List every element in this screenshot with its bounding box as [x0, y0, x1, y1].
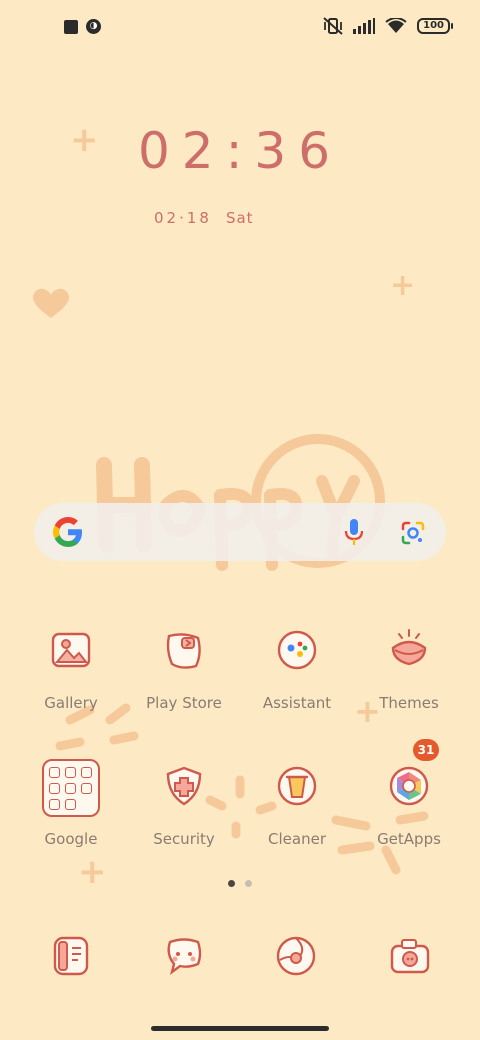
folder-app-icon	[81, 783, 92, 794]
status-right: 100	[323, 17, 453, 35]
getapps-icon: 31	[387, 739, 439, 808]
mic-icon[interactable]	[342, 517, 366, 547]
themes-icon	[387, 628, 431, 672]
notification-badge: 31	[413, 739, 439, 761]
signal-icon	[353, 18, 376, 34]
folder-app-icon	[49, 783, 60, 794]
messages-icon[interactable]	[162, 934, 206, 978]
page-dot-active	[228, 880, 235, 887]
mi-notification-icon: ◑	[86, 19, 101, 34]
folder-app-icon	[65, 767, 76, 778]
clock-date[interactable]: 02·18 Sat	[154, 209, 254, 227]
folder-app-icon	[65, 783, 76, 794]
app-assistant[interactable]: Assistant	[242, 620, 352, 712]
page-dot	[245, 880, 252, 887]
camera-icon[interactable]	[388, 934, 432, 978]
stop-square-icon	[64, 19, 78, 34]
folder-app-icon	[81, 767, 92, 778]
clock-time[interactable]: 02:36	[0, 122, 480, 180]
play-store-icon	[162, 628, 206, 672]
app-security[interactable]: Security	[129, 756, 239, 848]
weekday-value: Sat	[225, 209, 254, 227]
themes-label: Themes	[379, 694, 439, 712]
google-g-icon	[53, 517, 82, 547]
gallery-label: Gallery	[44, 694, 98, 712]
assistant-icon	[275, 628, 319, 672]
gesture-home-bar[interactable]	[151, 1026, 329, 1031]
app-play-store[interactable]: Play Store	[129, 620, 239, 712]
folder-google[interactable]: Google	[16, 756, 126, 848]
folder-app-icon	[49, 767, 60, 778]
app-getapps[interactable]: 31 GetApps	[354, 739, 464, 848]
status-bar: ◑ 100	[0, 0, 480, 56]
heart-decoration	[32, 288, 70, 318]
gallery-icon	[49, 628, 93, 672]
security-icon	[162, 764, 206, 808]
folder-app-icon	[65, 799, 76, 810]
google-folder-icon	[42, 759, 100, 817]
play-store-label: Play Store	[146, 694, 222, 712]
vibrate-off-icon	[323, 17, 343, 35]
folder-app-icon	[49, 799, 60, 810]
phone-icon[interactable]	[49, 934, 93, 978]
google-lens-icon[interactable]	[400, 520, 426, 546]
cleaner-icon	[275, 764, 319, 808]
app-cleaner[interactable]: Cleaner	[242, 756, 352, 848]
page-indicator[interactable]	[228, 880, 252, 887]
google-folder-label: Google	[44, 830, 98, 848]
cleaner-label: Cleaner	[268, 830, 326, 848]
battery-icon: 100	[417, 18, 453, 34]
app-themes[interactable]: Themes	[354, 620, 464, 712]
security-label: Security	[153, 830, 215, 848]
status-left: ◑	[64, 19, 101, 34]
wifi-icon	[385, 18, 407, 33]
app-gallery[interactable]: Gallery	[16, 620, 126, 712]
sparkle-decoration: +	[78, 852, 107, 892]
getapps-label: GetApps	[377, 830, 441, 848]
browser-icon[interactable]	[274, 934, 318, 978]
assistant-label: Assistant	[262, 694, 332, 712]
date-value: 02·18	[154, 209, 212, 227]
sparkle-decoration: +	[390, 268, 416, 303]
google-search-bar[interactable]	[34, 503, 446, 561]
